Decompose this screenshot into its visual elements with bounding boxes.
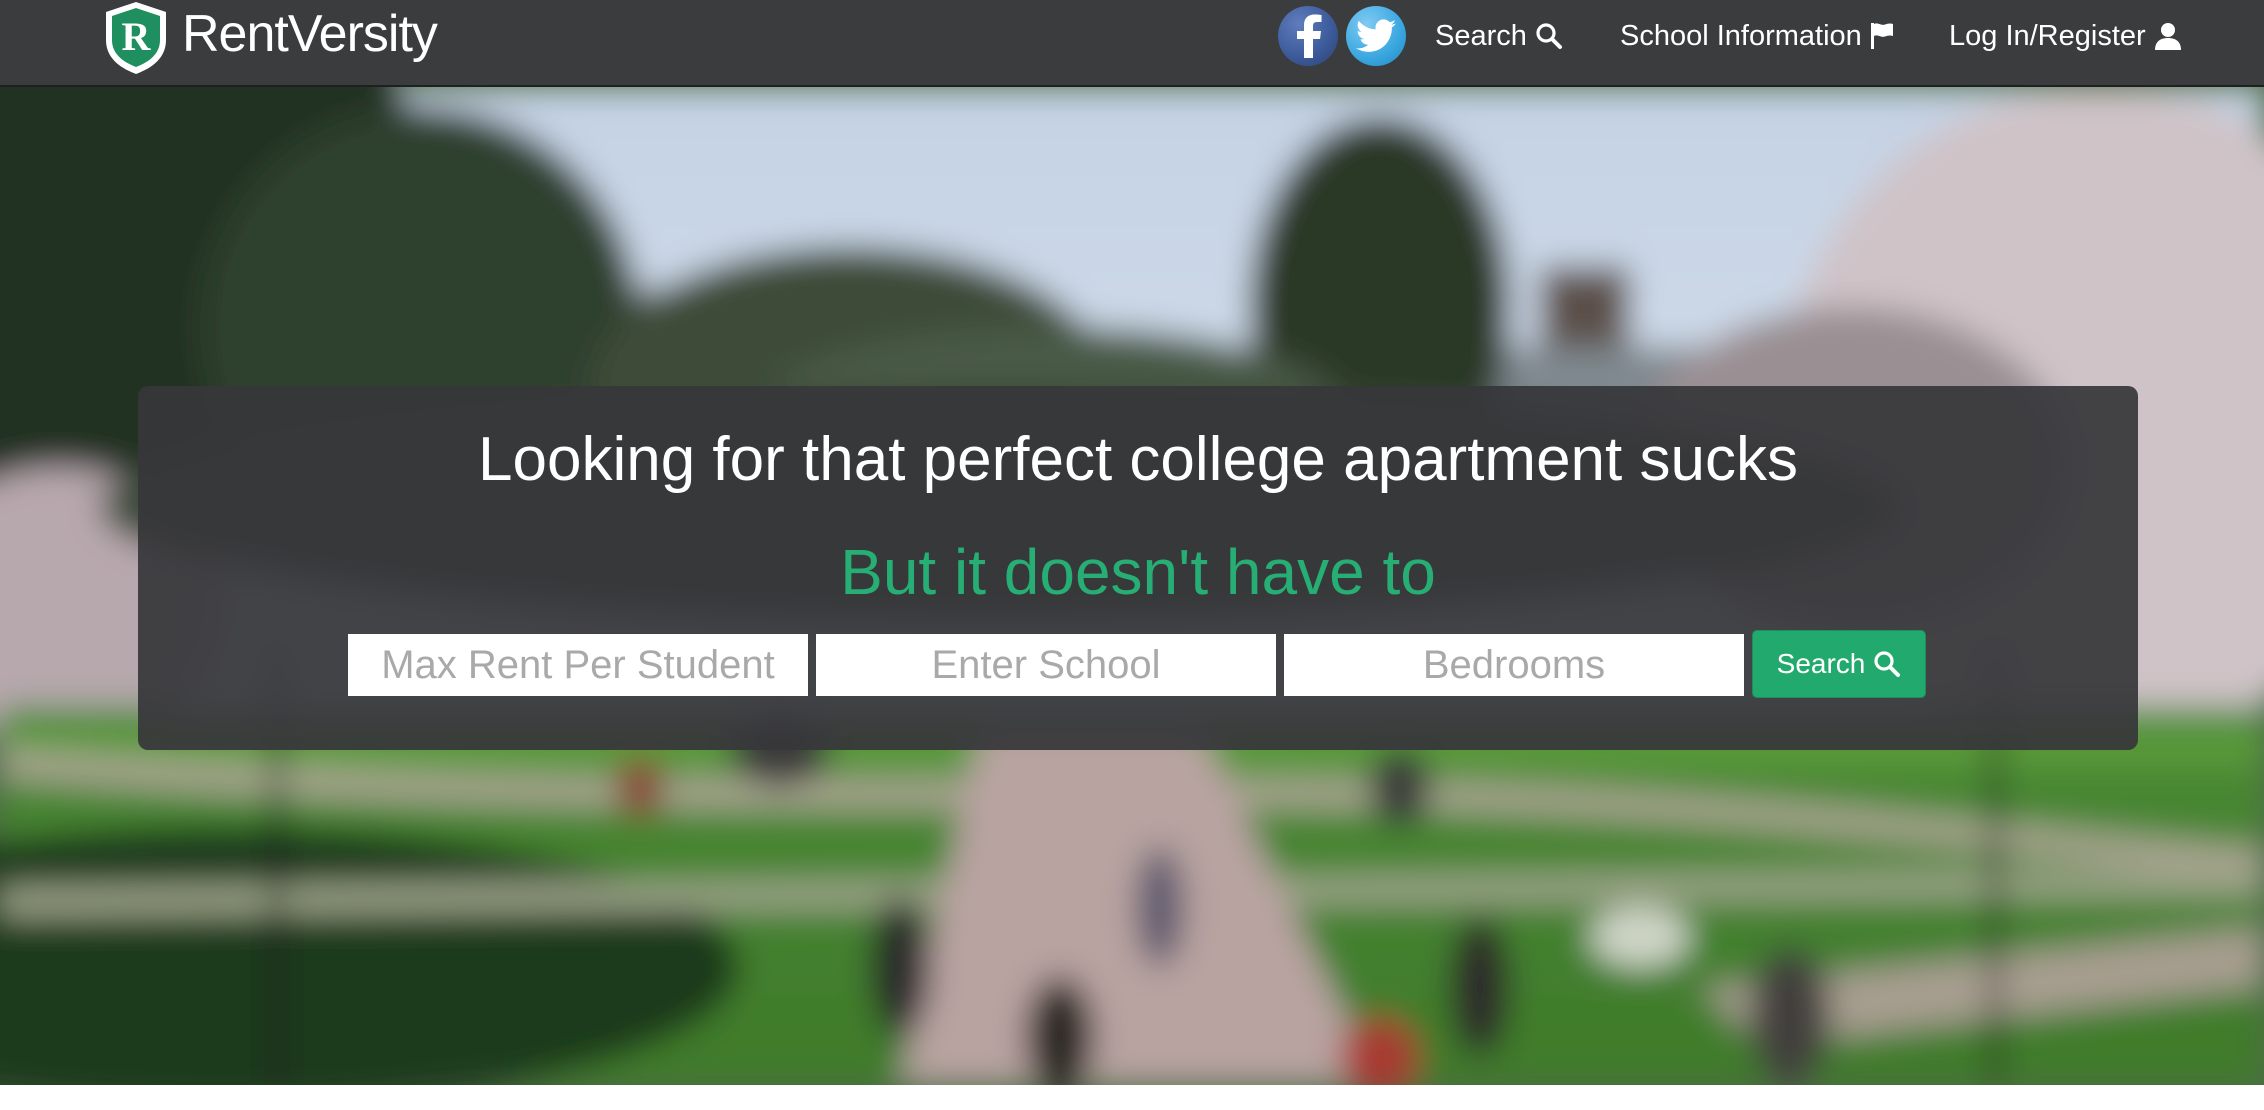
- hero-headline: Looking for that perfect college apartme…: [478, 425, 1798, 494]
- search-icon: [1874, 651, 1901, 677]
- user-icon: [2154, 23, 2181, 50]
- facebook-icon: [1297, 14, 1322, 58]
- brand-logo-link[interactable]: R RentVersity: [102, 0, 438, 76]
- school-input[interactable]: [816, 634, 1276, 696]
- search-button[interactable]: Search: [1752, 630, 1926, 698]
- search-icon: [1536, 23, 1562, 49]
- nav-search-link[interactable]: Search: [1435, 18, 1563, 54]
- bedrooms-input[interactable]: [1284, 634, 1744, 696]
- hero-section: Looking for that perfect college apartme…: [0, 87, 2264, 1085]
- nav-login-register-label: Log In/Register: [1949, 19, 2146, 52]
- nav-login-register-link[interactable]: Log In/Register: [1949, 18, 2182, 54]
- search-button-label: Search: [1776, 648, 1866, 679]
- max-rent-input[interactable]: [348, 634, 808, 696]
- top-navbar: R RentVersity Search School Information …: [0, 0, 2264, 87]
- flag-icon: [1870, 23, 1893, 49]
- brand-name: RentVersity: [182, 5, 438, 63]
- nav-school-information-label: School Information: [1620, 19, 1862, 52]
- nav-search-label: Search: [1435, 19, 1527, 52]
- facebook-button[interactable]: [1278, 6, 1338, 66]
- logo-letter: R: [122, 14, 152, 59]
- nav-school-information-link[interactable]: School Information: [1620, 18, 1894, 54]
- search-panel: Looking for that perfect college apartme…: [138, 386, 2138, 750]
- twitter-icon: [1356, 19, 1396, 52]
- hero-subheadline: But it doesn't have to: [840, 536, 1436, 608]
- twitter-button[interactable]: [1346, 6, 1406, 66]
- shield-logo-icon: R: [106, 2, 166, 74]
